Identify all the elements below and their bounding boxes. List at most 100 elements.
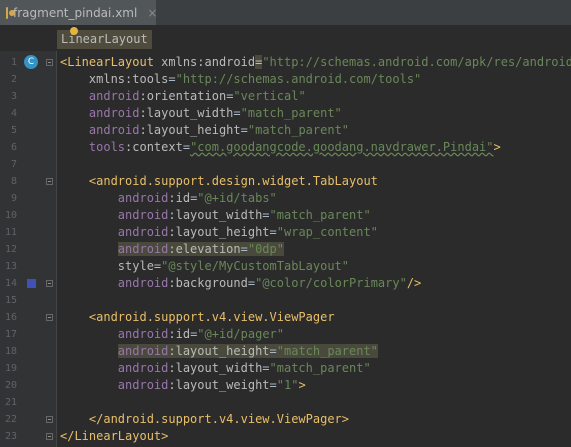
code-line: 19 android:layout_width="match_parent" [0,360,571,377]
editor-tab-bar: fragment_pindai.xml × [0,0,571,26]
code-token: android [117,344,169,358]
code-line: 7 [0,156,571,173]
code-token: <LinearLayout [60,55,162,69]
code-line: 9 android:id="@+id/tabs" [0,190,571,207]
line-number: 8 [10,176,17,187]
line-number: 5 [10,125,17,136]
code-token: android [117,242,169,256]
code-token: </android.support.v4.view.ViewPager> [88,412,349,426]
code-line: 3 android:orientation="vertical" [0,88,571,105]
lightbulb-icon[interactable] [70,27,78,35]
code-token: :elevation [168,242,241,256]
line-number: 2 [10,74,17,85]
code-token: :layout_width [168,361,263,375]
code-line: 13 style="@style/MyCustomTabLayout" [0,258,571,275]
fold-icon[interactable] [46,314,53,321]
code-token: "match_parent" [240,106,342,120]
code-line: 11 android:layout_height="wrap_content" [0,224,571,241]
code-token: "0dp" [247,242,284,256]
code-token: tools [88,140,126,154]
color-swatch-icon[interactable] [27,279,36,288]
line-number: 23 [4,431,17,442]
code-token: android [88,106,140,120]
code-line: 14 android:background="@color/colorPrima… [0,275,571,292]
line-number: 3 [10,91,17,102]
code-token: "@+id/tabs" [197,191,277,205]
line-number: 15 [4,295,17,306]
fold-icon[interactable] [46,416,53,423]
line-number: 1 [10,57,17,68]
code-line: 22 </android.support.v4.view.ViewPager> [0,411,571,428]
code-token: "match_parent" [269,361,371,375]
line-number: 12 [4,244,17,255]
code-token: :layout_height [139,123,241,137]
class-icon[interactable]: C [24,55,38,69]
code-token: > [298,378,306,392]
code-line: 8 <android.support.design.widget.TabLayo… [0,173,571,190]
code-line: 20 android:layout_weight="1"> [0,377,571,394]
code-token: "http://schemas.android.com/apk/res/andr… [262,55,571,69]
code-token: </LinearLayout> [60,429,169,443]
code-token: android [88,89,140,103]
code-line: 10 android:layout_width="match_parent" [0,207,571,224]
line-number: 4 [10,108,17,119]
line-number: 17 [4,329,17,340]
code-token: "vertical" [233,89,306,103]
code-line: 16 <android.support.v4.view.ViewPager [0,309,571,326]
code-token: :id [168,191,191,205]
code-token: android [117,378,169,392]
code-line: 15 [0,292,571,309]
line-number: 6 [10,142,17,153]
code-token: xmlns:tools [88,72,169,86]
code-token: :orientation [139,89,227,103]
code-token: "@style/MyCustomTabLayout" [161,259,349,273]
code-line: 12 android:elevation="0dp" [0,241,571,258]
fold-icon[interactable] [46,433,53,440]
breadcrumb-item[interactable]: LinearLayout [57,27,152,49]
fold-icon[interactable] [46,178,53,185]
code-token: android [117,276,169,290]
line-number: 13 [4,261,17,272]
code-token: "match_parent" [269,208,371,222]
code-line: 5 android:layout_height="match_parent" [0,122,571,139]
code-line: 18 android:layout_height="match_parent" [0,343,571,360]
close-tab-icon[interactable]: × [147,6,157,20]
file-tab-label: fragment_pindai.xml [13,5,138,20]
code-token: "@+id/pager" [197,327,284,341]
code-token: :layout_width [168,208,263,222]
code-token: :layout_height [168,225,270,239]
line-number: 20 [4,380,17,391]
code-token: "match_parent" [276,344,378,358]
code-line: 21 [0,394,571,411]
line-number: 22 [4,414,17,425]
line-number: 10 [4,210,17,221]
line-number: 11 [4,227,17,238]
code-token: :layout_height [168,344,270,358]
code-token: > [493,140,501,154]
file-tab[interactable]: fragment_pindai.xml × [0,0,157,25]
code-token: android [117,191,169,205]
line-number: 9 [10,193,17,204]
code-token: android [88,123,140,137]
breadcrumb-bar: LinearLayout [0,26,571,51]
line-number: 7 [10,159,17,170]
code-token: "com.goodangcode.goodang.navdrawer.Pinda… [190,140,494,154]
code-token: <android.support.design.widget.TabLayout [88,174,378,188]
code-token: <android.support.v4.view.ViewPager [88,310,335,324]
code-token: "http://schemas.android.com/tools" [175,72,422,86]
code-line: 23 </LinearLayout> [0,428,571,445]
code-editor[interactable]: 1 C <LinearLayout xmlns:android="http://… [0,54,571,445]
code-token: :layout_weight [168,378,270,392]
line-number: 18 [4,346,17,357]
code-line: 2 xmlns:tools="http://schemas.android.co… [0,71,571,88]
fold-icon[interactable] [46,59,53,66]
code-token: "wrap_content" [276,225,378,239]
code-token: android [117,361,169,375]
code-line: 1 C <LinearLayout xmlns:android="http://… [0,54,571,71]
code-token: android [117,327,169,341]
fold-icon[interactable] [46,280,53,287]
code-token: "match_parent" [247,123,350,137]
code-token: :id [168,327,191,341]
line-number: 19 [4,363,17,374]
code-token: "@color/colorPrimary" [255,276,407,290]
